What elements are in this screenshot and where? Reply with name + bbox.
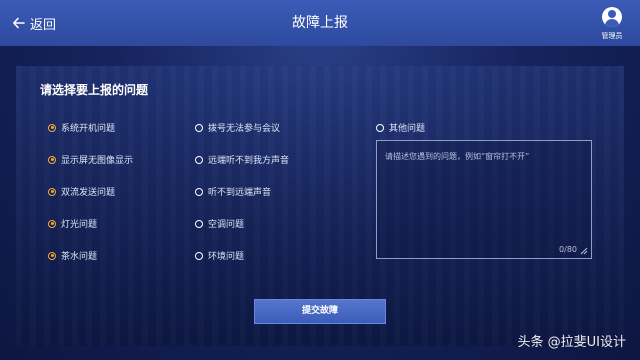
question-heading: 请选择要上报的问题: [40, 83, 149, 97]
textarea-placeholder: 请描述您遇到的问题，例如“窗帘打不开”: [385, 152, 530, 161]
radio-selected-icon: [48, 123, 56, 132]
radio-unselected-icon: [195, 219, 203, 228]
option-other[interactable]: 其他问题: [376, 121, 425, 134]
radio-unselected-icon: [195, 123, 203, 132]
avatar-icon: [602, 7, 622, 27]
option-air-conditioning[interactable]: 空调问题: [195, 217, 244, 230]
option-label: 茶水问题: [61, 252, 98, 262]
option-label: 双流发送问题: [61, 188, 116, 198]
option-label: 其他问题: [389, 124, 426, 134]
option-dial-in[interactable]: 拨号无法参与会议: [195, 121, 280, 134]
option-label: 听不到远端声音: [208, 188, 272, 198]
option-display-no-image[interactable]: 显示屏无图像显示: [48, 153, 133, 166]
submit-button[interactable]: 提交故障: [254, 299, 386, 324]
radio-selected-icon: [48, 187, 56, 196]
page-title: 故障上报: [292, 15, 348, 31]
option-label: 系统开机问题: [61, 124, 116, 134]
radio-unselected-icon: [195, 187, 203, 196]
radio-unselected-icon: [195, 251, 203, 260]
user-role-label: 管理员: [601, 32, 623, 40]
option-dual-stream[interactable]: 双流发送问题: [48, 185, 115, 198]
user-menu[interactable]: 管理员: [594, 7, 630, 41]
option-system-boot[interactable]: 系统开机问题: [48, 121, 115, 134]
resize-handle-icon[interactable]: [580, 247, 588, 255]
radio-selected-icon: [48, 219, 56, 228]
description-textarea[interactable]: 请描述您遇到的问题，例如“窗帘打不开” 0/80: [376, 140, 592, 259]
option-label: 灯光问题: [61, 220, 98, 230]
radio-selected-icon: [48, 155, 56, 164]
option-label: 远端听不到我方声音: [208, 156, 290, 166]
watermark: 头条 @拉斐UI设计: [517, 335, 626, 350]
option-tea-service[interactable]: 茶水问题: [48, 249, 97, 262]
option-environment[interactable]: 环境问题: [195, 249, 244, 262]
radio-unselected-icon: [195, 155, 203, 164]
option-label: 显示屏无图像显示: [61, 156, 134, 166]
radio-unselected-icon: [376, 123, 384, 132]
top-bar: 返回 故障上报 管理员: [0, 0, 640, 46]
option-cant-hear-remote[interactable]: 听不到远端声音: [195, 185, 271, 198]
char-counter: 0/80: [559, 245, 577, 254]
radio-selected-icon: [48, 251, 56, 260]
option-remote-cant-hear[interactable]: 远端听不到我方声音: [195, 153, 289, 166]
option-label: 拨号无法参与会议: [208, 124, 281, 134]
option-lighting[interactable]: 灯光问题: [48, 217, 97, 230]
option-label: 空调问题: [208, 220, 245, 230]
option-label: 环境问题: [208, 252, 245, 262]
